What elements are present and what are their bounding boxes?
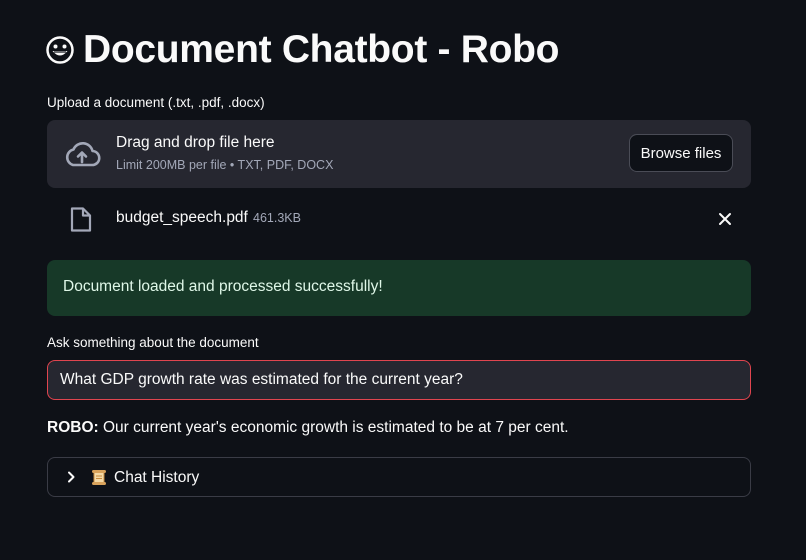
dropzone-instructions: Drag and drop file here <box>116 134 275 151</box>
cloud-upload-icon <box>65 142 101 167</box>
scroll-icon <box>92 470 106 485</box>
chevron-right-icon <box>68 471 75 483</box>
file-icon <box>70 207 92 232</box>
page-title: Document Chatbot - Robo <box>83 28 560 71</box>
grinning-face-icon <box>46 36 74 64</box>
chat-history-expander[interactable]: Chat History <box>47 457 751 497</box>
upload-label: Upload a document (.txt, .pdf, .docx) <box>47 95 265 110</box>
uploaded-file-size: 461.3KB <box>253 211 301 225</box>
success-message: Document loaded and processed successful… <box>63 278 383 295</box>
close-icon[interactable] <box>715 209 735 229</box>
browse-files-button[interactable]: Browse files <box>629 134 733 172</box>
answer-speaker: ROBO: <box>47 419 99 436</box>
bot-answer: ROBO: Our current year's economic growth… <box>47 419 569 437</box>
question-label: Ask something about the document <box>47 335 259 350</box>
uploaded-file-name: budget_speech.pdf <box>116 209 248 226</box>
dropzone-limit: Limit 200MB per file • TXT, PDF, DOCX <box>116 158 334 172</box>
file-dropzone[interactable]: Drag and drop file here Limit 200MB per … <box>47 120 751 188</box>
answer-text: Our current year's economic growth is es… <box>98 419 569 436</box>
app-root: Document Chatbot - Robo Upload a documen… <box>0 0 806 560</box>
chat-history-label: Chat History <box>114 469 200 486</box>
question-input[interactable] <box>47 360 751 400</box>
page-header: Document Chatbot - Robo <box>46 26 560 74</box>
uploaded-file-item: budget_speech.pdf 461.3KB <box>47 200 751 238</box>
success-alert: Document loaded and processed successful… <box>47 260 751 316</box>
